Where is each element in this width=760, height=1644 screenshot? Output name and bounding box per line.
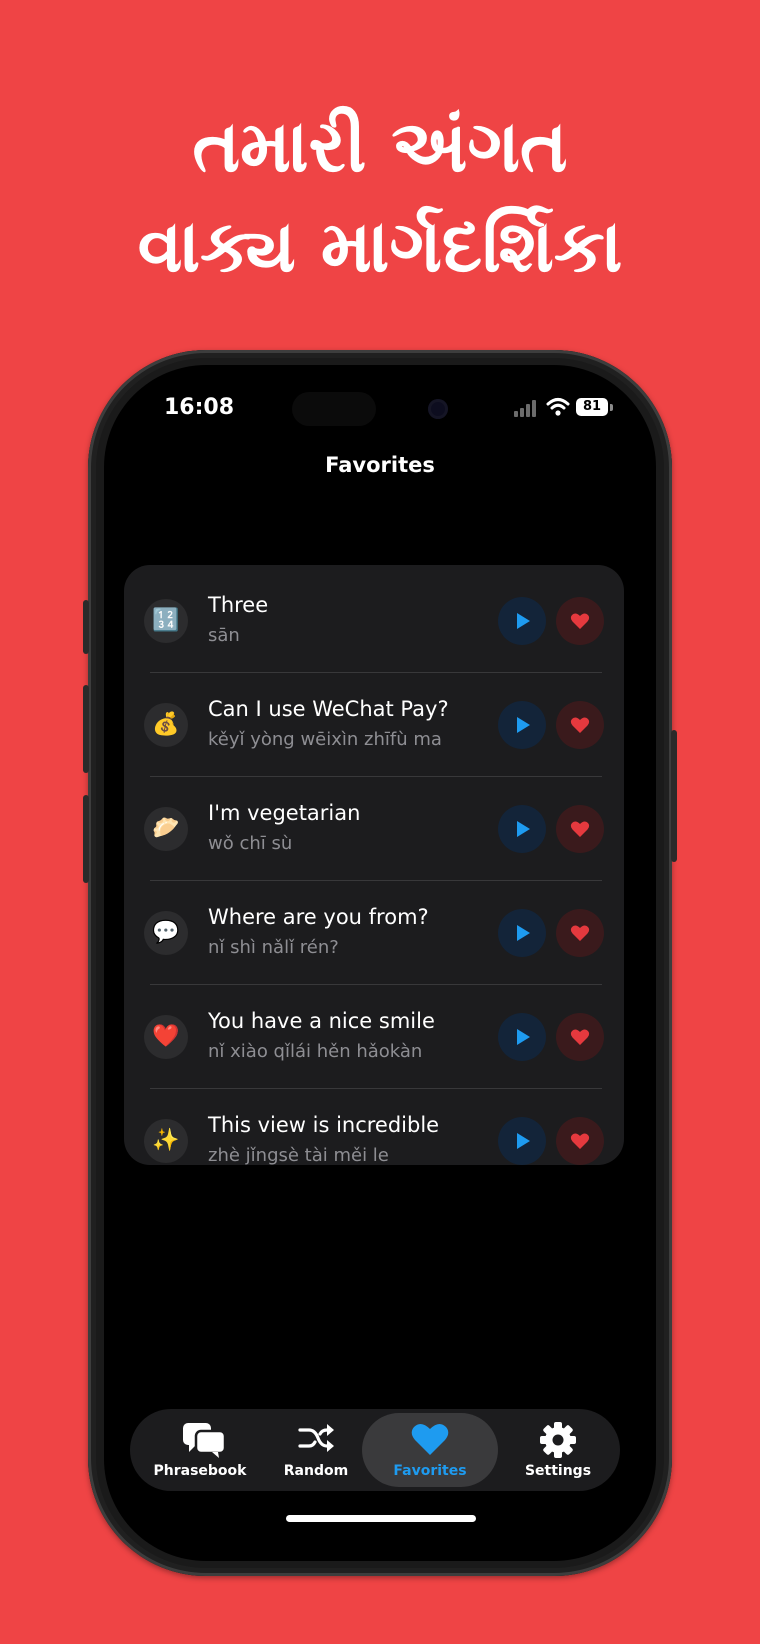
tab-favorites[interactable]: Favorites: [362, 1413, 498, 1487]
phrase-text: Three: [208, 593, 269, 617]
play-button[interactable]: [498, 701, 546, 749]
status-time: 16:08: [164, 395, 235, 420]
volume-down-button: [83, 795, 89, 883]
wifi-icon: [546, 398, 570, 416]
pinyin-text: wǒ chī sù: [208, 833, 293, 854]
phrase-text: I'm vegetarian: [208, 801, 361, 825]
pinyin-text: kěyǐ yòng wēixìn zhīfù ma: [208, 729, 442, 750]
gear-icon: [540, 1422, 576, 1458]
heart-icon: [570, 1029, 590, 1045]
play-button[interactable]: [498, 1013, 546, 1061]
unfavorite-button[interactable]: [556, 909, 604, 957]
favorite-row[interactable]: 🥟 I'm vegetarian wǒ chī sù: [124, 777, 624, 881]
phrase-text: This view is incredible: [208, 1113, 440, 1137]
play-icon: [517, 1029, 530, 1045]
tab-label: Random: [283, 1463, 349, 1479]
red-heart-icon: ❤️: [144, 1015, 188, 1059]
speech-bubbles-icon: [183, 1423, 227, 1458]
play-icon: [517, 613, 530, 629]
play-icon: [517, 1133, 530, 1149]
power-button: [671, 730, 677, 862]
camera-icon: [428, 399, 448, 419]
page-title: Favorites: [325, 453, 435, 477]
pinyin-text: zhè jǐngsè tài měi le: [208, 1145, 389, 1166]
action-button: [83, 600, 89, 654]
unfavorite-button[interactable]: [556, 805, 604, 853]
favorite-row[interactable]: 💬 Where are you from? nǐ shì nǎlǐ rén?: [124, 881, 624, 985]
heart-icon: [411, 1423, 449, 1455]
tab-phrasebook[interactable]: Phrasebook: [138, 1409, 262, 1491]
tab-random[interactable]: Random: [254, 1409, 378, 1491]
pinyin-text: nǐ xiào qǐlái hěn hǎokàn: [208, 1041, 423, 1062]
favorite-row[interactable]: ✨ This view is incredible zhè jǐngsè tài m…: [124, 1089, 624, 1193]
pinyin-text: nǐ shì nǎlǐ rén?: [208, 937, 339, 958]
play-button[interactable]: [498, 597, 546, 645]
unfavorite-button[interactable]: [556, 1013, 604, 1061]
sparkles-icon: ✨: [144, 1119, 188, 1163]
phrase-text: You have a nice smile: [208, 1009, 435, 1033]
tab-label: Phrasebook: [153, 1463, 247, 1479]
phrase-text: Can I use WeChat Pay?: [208, 697, 449, 721]
headline-line-2: વાક્ય માર્ગદર્શિકા: [137, 204, 623, 288]
heart-icon: [570, 613, 590, 629]
dumpling-icon: 🥟: [144, 807, 188, 851]
speech-bubble-icon: 💬: [144, 911, 188, 955]
play-icon: [517, 821, 530, 837]
heart-icon: [570, 1133, 590, 1149]
play-button[interactable]: [498, 909, 546, 957]
unfavorite-button[interactable]: [556, 597, 604, 645]
tab-settings[interactable]: Settings: [496, 1409, 620, 1491]
favorites-list: 🔢 Three sān 💰 Can I use WeChat Pay? kěyǐ yòng…: [124, 565, 624, 1166]
battery-indicator: 81: [576, 398, 608, 416]
favorite-row[interactable]: 💰 Can I use WeChat Pay? kěyǐ yòng wēixìn z…: [124, 673, 624, 777]
pinyin-text: sān: [208, 625, 240, 646]
headline-line-1: તમારી અંગત: [192, 104, 568, 188]
dynamic-island: [292, 392, 376, 426]
favorite-row[interactable]: ❤️ You have a nice smile nǐ xiào qǐlái hěn…: [124, 985, 624, 1089]
tab-label: Favorites: [393, 1463, 467, 1479]
battery-nub: [610, 404, 613, 411]
favorite-row[interactable]: 🔢 Three sān: [124, 569, 624, 673]
play-button[interactable]: [498, 1117, 546, 1165]
phone-screen: 16:08 81 Favorites 🔢 Three sān 💰 Can I use W…: [104, 365, 656, 1561]
heart-icon: [570, 821, 590, 837]
tab-bar: Phrasebook Random Favorites Settings: [130, 1409, 620, 1491]
shuffle-icon: [298, 1424, 334, 1452]
heart-icon: [570, 717, 590, 733]
phone-frame: 16:08 81 Favorites 🔢 Three sān 💰 Can I use W…: [83, 350, 677, 1576]
cellular-signal-icon: [514, 399, 540, 417]
heart-icon: [570, 925, 590, 941]
money-bag-icon: 💰: [144, 703, 188, 747]
phrase-text: Where are you from?: [208, 905, 429, 929]
input-numbers-icon: 🔢: [144, 599, 188, 643]
play-button[interactable]: [498, 805, 546, 853]
play-icon: [517, 925, 530, 941]
home-indicator[interactable]: [286, 1515, 476, 1522]
unfavorite-button[interactable]: [556, 1117, 604, 1165]
promo-headline: તમારી અંગત વાક્ય માર્ગદર્શિકા: [0, 96, 760, 296]
tab-label: Settings: [524, 1463, 592, 1479]
unfavorite-button[interactable]: [556, 701, 604, 749]
play-icon: [517, 717, 530, 733]
volume-up-button: [83, 685, 89, 773]
